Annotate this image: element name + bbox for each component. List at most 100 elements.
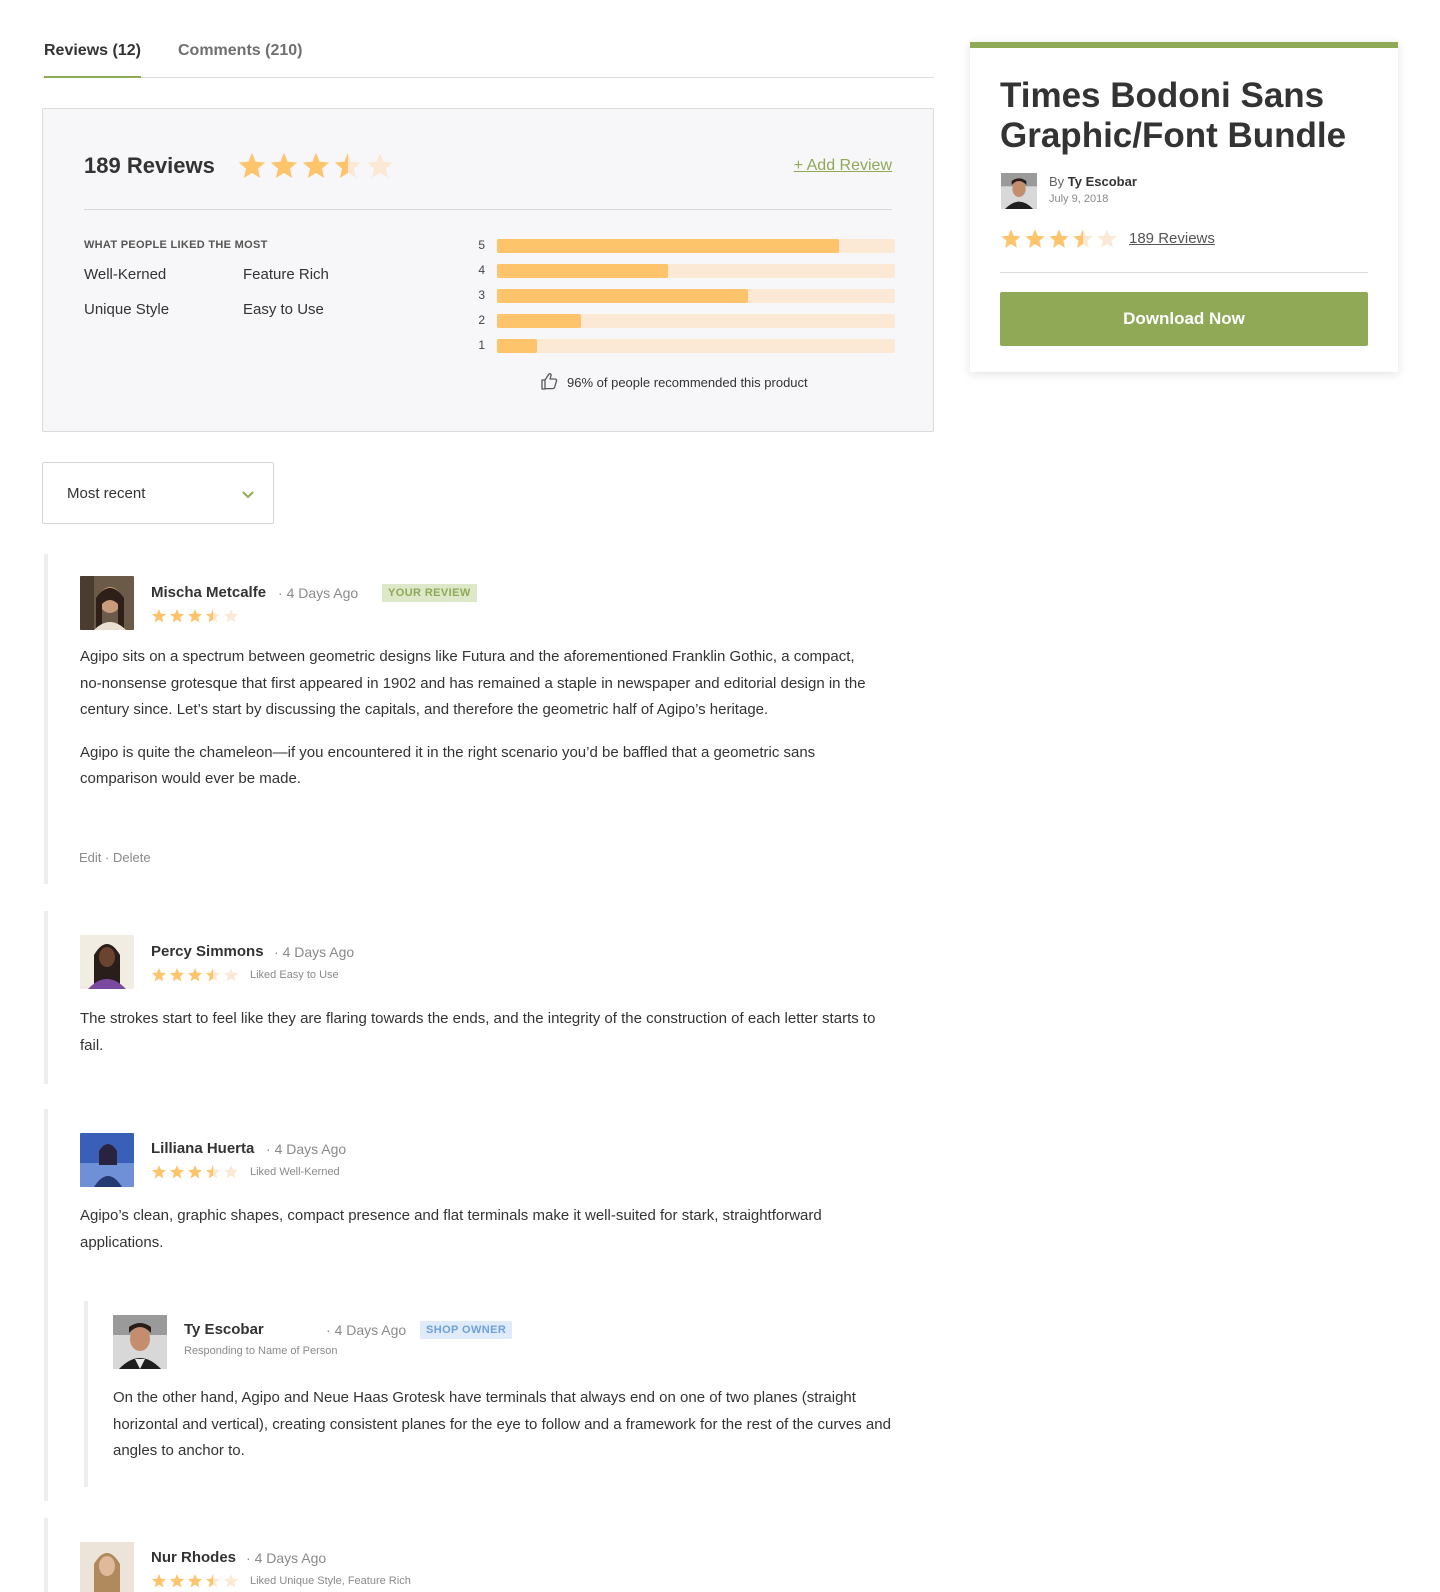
rating-bar-label: 4	[478, 263, 485, 277]
review-actions: Edit · Delete	[79, 850, 151, 865]
reply-responding-to: Responding to Name of Person	[184, 1345, 338, 1357]
rating-bar-fill	[497, 289, 748, 303]
your-review-badge: YOUR REVIEW	[382, 584, 477, 602]
star-icon	[1073, 229, 1093, 248]
reply-body: On the other hand, Agipo and Neue Haas G…	[113, 1385, 903, 1465]
avatar	[1001, 173, 1037, 209]
reviewer-name[interactable]: Lilliana Huerta	[151, 1140, 254, 1157]
star-icon	[188, 1574, 202, 1588]
review-paragraph: Agipo’s clean, graphic shapes, compact p…	[80, 1207, 822, 1251]
shop-owner-badge: SHOP OWNER	[420, 1321, 513, 1339]
review-rating-stars	[151, 1164, 239, 1185]
avatar	[80, 1542, 134, 1592]
reviewer-name[interactable]: Mischa Metcalfe	[151, 584, 266, 601]
review-liked-tag: Liked Easy to Use	[250, 969, 339, 981]
liked-tag-easy-to-use: Easy to Use	[243, 301, 324, 318]
liked-tag-feature-rich: Feature Rich	[243, 266, 329, 283]
star-icon	[170, 1574, 184, 1588]
review-paragraph: Agipo is quite the chameleon—if you enco…	[80, 743, 816, 788]
star-icon	[1025, 229, 1045, 248]
star-icon	[188, 1165, 202, 1179]
recommend-stat: 96% of people recommended this product	[539, 371, 808, 394]
review-time: · 4 Days Ago	[266, 1141, 347, 1157]
star-icon	[152, 1165, 166, 1179]
avatar	[80, 935, 134, 989]
review-time: · 4 Days Ago	[246, 1550, 327, 1566]
add-review-link[interactable]: + Add Review	[794, 157, 892, 175]
product-reviews-link[interactable]: 189 Reviews	[1129, 230, 1215, 247]
reviews-count: 189 Reviews	[84, 153, 215, 178]
star-icon	[206, 1574, 220, 1588]
review-tabs: Reviews (12) Comments (210)	[42, 30, 934, 78]
rating-bar-label: 2	[478, 313, 485, 327]
star-icon	[1049, 229, 1069, 248]
star-icon	[152, 968, 166, 982]
star-icon	[188, 968, 202, 982]
star-rating-icons	[152, 968, 238, 982]
tab-comments[interactable]: Comments (210)	[178, 42, 302, 76]
review-item: Percy Simmons · 4 Days Ago Liked Easy to…	[44, 911, 934, 1084]
review-item: Lilliana Huerta · 4 Days Ago Liked Well-…	[44, 1109, 934, 1501]
rating-bar-label: 1	[478, 338, 485, 352]
rating-bar-track	[497, 239, 895, 253]
delete-review-link[interactable]: Delete	[113, 850, 151, 865]
liked-tag-unique-style: Unique Style	[84, 301, 170, 318]
rating-bar-row: 5	[473, 237, 895, 262]
review-item: Mischa Metcalfe · 4 Days Ago YOUR REVIEW…	[44, 554, 934, 884]
rating-bar-track	[497, 314, 895, 328]
avatar	[80, 1133, 134, 1187]
reply-time: · 4 Days Ago	[326, 1322, 407, 1338]
review-rating-stars	[151, 608, 239, 629]
star-rating-icons	[238, 152, 394, 178]
sort-dropdown[interactable]: Most recent	[42, 462, 274, 524]
star-icon	[206, 968, 220, 982]
star-icon	[270, 152, 298, 178]
reply-author-name[interactable]: Ty Escobar	[184, 1321, 264, 1338]
rating-distribution: 5 4 3 2 1	[473, 237, 895, 362]
rating-bar-row: 3	[473, 287, 895, 312]
rating-bar-label: 5	[478, 238, 485, 252]
star-icon	[170, 968, 184, 982]
review-rating-stars	[151, 1573, 239, 1592]
rating-bar-track	[497, 289, 895, 303]
rating-bar-fill	[497, 314, 581, 328]
star-icon	[1097, 229, 1117, 248]
star-rating-icons	[1001, 229, 1117, 248]
reviewer-name[interactable]: Nur Rhodes	[151, 1549, 236, 1566]
star-icon	[206, 1165, 220, 1179]
review-body: Agipo sits on a spectrum between geometr…	[80, 644, 880, 793]
star-icon	[224, 1165, 238, 1179]
edit-review-link[interactable]: Edit	[79, 850, 101, 865]
rating-bar-row: 4	[473, 262, 895, 287]
rating-bar-fill	[497, 339, 537, 353]
product-author: By Ty Escobar	[1049, 174, 1137, 189]
review-liked-tag: Liked Well-Kerned	[250, 1166, 340, 1178]
star-icon	[224, 968, 238, 982]
rating-bar-row: 2	[473, 312, 895, 337]
review-paragraph: Agipo sits on a spectrum between geometr…	[80, 648, 866, 718]
sort-selected-value: Most recent	[67, 485, 146, 502]
star-rating-icons	[152, 1165, 238, 1179]
review-body: The strokes start to feel like they are …	[80, 1006, 880, 1059]
avatar	[113, 1315, 167, 1369]
review-time: · 4 Days Ago	[274, 944, 355, 960]
recommend-text: 96% of people recommended this product	[567, 375, 808, 390]
owner-reply: Ty Escobar · 4 Days Ago SHOP OWNER Respo…	[84, 1301, 924, 1487]
star-icon	[188, 609, 202, 623]
review-rating-stars	[151, 967, 239, 988]
review-paragraph: The strokes start to feel like they are …	[80, 1010, 876, 1054]
download-now-button[interactable]: Download Now	[1000, 292, 1368, 346]
star-icon	[1001, 229, 1021, 248]
rating-bar-fill	[497, 264, 669, 278]
tab-reviews[interactable]: Reviews (12)	[44, 42, 141, 78]
reply-paragraph: On the other hand, Agipo and Neue Haas G…	[113, 1389, 891, 1459]
review-item: Nur Rhodes · 4 Days Ago Liked Unique Sty…	[44, 1518, 934, 1592]
rating-bar-track	[497, 339, 895, 353]
star-icon	[302, 152, 330, 178]
rating-bar-row: 1	[473, 337, 895, 362]
reviewer-name[interactable]: Percy Simmons	[151, 943, 264, 960]
rating-bar-label: 3	[478, 288, 485, 302]
product-rating-stars	[1000, 228, 1118, 255]
chevron-down-icon	[241, 487, 255, 505]
product-author-name[interactable]: Ty Escobar	[1068, 174, 1137, 189]
